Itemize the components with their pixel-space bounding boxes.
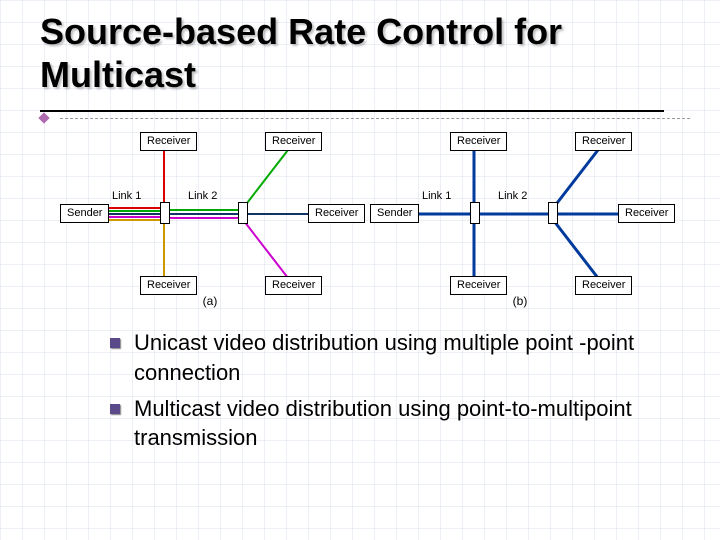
a-line-j2-top [244, 150, 288, 207]
b-line-j2-top [554, 150, 598, 207]
diagram-a-caption: (a) [60, 294, 360, 308]
b-sender: Sender [370, 204, 419, 223]
b-recv-top2: Receiver [575, 132, 632, 151]
diagram-row: Sender Receiver Receiver Receiver Receiv… [40, 132, 690, 308]
diagram-b: Sender Receiver Receiver Receiver Receiv… [370, 132, 670, 292]
diagram-a-wrap: Sender Receiver Receiver Receiver Receiv… [60, 132, 360, 308]
b-recv-mid: Receiver [618, 204, 675, 223]
diagram-a: Sender Receiver Receiver Receiver Receiv… [60, 132, 360, 292]
b-recv-bot1: Receiver [450, 276, 507, 295]
bullet-1: Unicast video distribution using multipl… [110, 328, 680, 387]
b-recv-top1: Receiver [450, 132, 507, 151]
a-junction-1 [160, 202, 170, 224]
a-recv-top1: Receiver [140, 132, 197, 151]
b-line-j2-bot [554, 221, 598, 278]
a-recv-bot2: Receiver [265, 276, 322, 295]
b-junction-2 [548, 202, 558, 224]
diagram-b-caption: (b) [370, 294, 670, 308]
a-sender: Sender [60, 204, 109, 223]
a-recv-top2: Receiver [265, 132, 322, 151]
b-junction-1 [470, 202, 480, 224]
b-link2-label: Link 2 [498, 190, 527, 202]
a-recv-mid: Receiver [308, 204, 365, 223]
a-link2-label: Link 2 [188, 190, 217, 202]
title-accent [40, 114, 690, 122]
a-line-j2-bot [244, 221, 288, 278]
title-underline [40, 110, 664, 112]
a-link1-label: Link 1 [112, 190, 141, 202]
page-title: Source-based Rate Control for Multicast [40, 10, 690, 96]
diagram-b-wrap: Sender Receiver Receiver Receiver Receiv… [370, 132, 670, 308]
bullet-2: Multicast video distribution using point… [110, 394, 680, 453]
a-recv-bot1: Receiver [140, 276, 197, 295]
bullet-list: Unicast video distribution using multipl… [70, 328, 680, 453]
slide: Source-based Rate Control for Multicast [0, 0, 720, 540]
b-recv-bot2: Receiver [575, 276, 632, 295]
b-link1-label: Link 1 [422, 190, 451, 202]
a-junction-2 [238, 202, 248, 224]
